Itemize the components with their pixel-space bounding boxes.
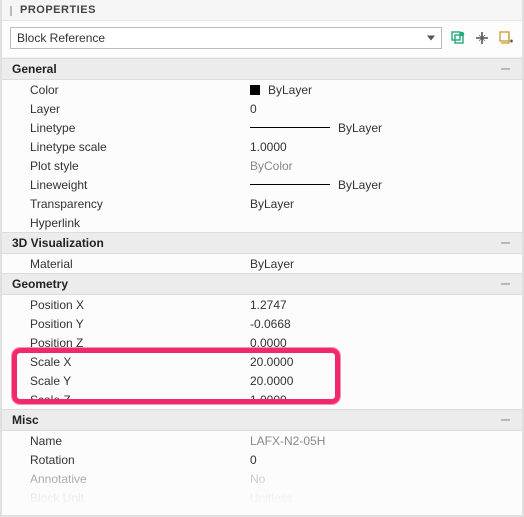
- row-material[interactable]: Material ByLayer: [2, 254, 522, 273]
- linetype-preview-icon: [250, 127, 330, 128]
- section-3dviz-title: 3D Visualization: [12, 236, 104, 250]
- row-lineweight[interactable]: Lineweight ByLayer: [2, 175, 522, 194]
- row-transparency[interactable]: Transparency ByLayer: [2, 194, 522, 213]
- object-type-dropdown[interactable]: Block Reference: [10, 27, 442, 49]
- lineweight-text: ByLayer: [338, 178, 382, 192]
- value-scale-x: 20.0000: [250, 355, 522, 369]
- row-layer[interactable]: Layer 0: [2, 99, 522, 118]
- add-selection-icon[interactable]: [474, 30, 490, 46]
- value-annotative: No: [250, 472, 522, 486]
- row-scale-y[interactable]: Scale Y 20.0000: [2, 371, 522, 390]
- collapse-icon[interactable]: –: [501, 64, 514, 74]
- value-position-x: 1.2747: [250, 298, 522, 312]
- value-layer: 0: [250, 102, 522, 116]
- label-name: Name: [2, 434, 250, 448]
- row-color[interactable]: Color ByLayer: [2, 80, 522, 99]
- label-position-z: Position Z: [2, 336, 250, 350]
- row-hyperlink[interactable]: Hyperlink: [2, 213, 522, 232]
- value-position-z: 0.0000: [250, 336, 522, 350]
- value-plot-style: ByColor: [250, 159, 522, 173]
- section-misc-title: Misc: [12, 413, 39, 427]
- label-hyperlink: Hyperlink: [2, 216, 250, 230]
- row-position-x[interactable]: Position X 1.2747: [2, 295, 522, 314]
- collapse-icon[interactable]: –: [501, 238, 514, 248]
- label-position-x: Position X: [2, 298, 250, 312]
- value-scale-y: 20.0000: [250, 374, 522, 388]
- label-linetype: Linetype: [2, 121, 250, 135]
- label-rotation: Rotation: [2, 453, 250, 467]
- value-block-unit: Unitless: [250, 491, 522, 505]
- label-linetype-scale: Linetype scale: [2, 140, 250, 154]
- value-rotation: 0: [250, 453, 522, 467]
- label-scale-y: Scale Y: [2, 374, 250, 388]
- row-position-y[interactable]: Position Y -0.0668: [2, 314, 522, 333]
- quick-select-icon[interactable]: [450, 30, 466, 46]
- value-position-y: -0.0668: [250, 317, 522, 331]
- panel-title-bar: PROPERTIES: [2, 0, 522, 21]
- row-scale-z[interactable]: Scale Z 1.0000: [2, 390, 522, 409]
- label-annotative: Annotative: [2, 472, 250, 486]
- label-material: Material: [2, 257, 250, 271]
- row-rotation[interactable]: Rotation 0: [2, 450, 522, 469]
- value-scale-z: 1.0000: [250, 393, 522, 407]
- linetype-text: ByLayer: [338, 121, 382, 135]
- collapse-icon[interactable]: –: [501, 279, 514, 289]
- label-scale-z: Scale Z: [2, 393, 250, 407]
- row-name[interactable]: Name LAFX-N2-05H: [2, 431, 522, 450]
- row-position-z[interactable]: Position Z 0.0000: [2, 333, 522, 352]
- row-annotative[interactable]: Annotative No: [2, 469, 522, 488]
- label-position-y: Position Y: [2, 317, 250, 331]
- value-lineweight: ByLayer: [250, 178, 522, 192]
- value-material: ByLayer: [250, 257, 522, 271]
- object-type-row: Block Reference: [2, 21, 522, 58]
- label-plot-style: Plot style: [2, 159, 250, 173]
- section-general-header[interactable]: General –: [2, 58, 522, 80]
- value-name: LAFX-N2-05H: [250, 434, 522, 448]
- toggle-pickadd-icon[interactable]: [498, 30, 514, 46]
- row-scale-x[interactable]: Scale X 20.0000: [2, 352, 522, 371]
- label-scale-x: Scale X: [2, 355, 250, 369]
- label-transparency: Transparency: [2, 197, 250, 211]
- label-layer: Layer: [2, 102, 250, 116]
- section-misc-header[interactable]: Misc –: [2, 409, 522, 431]
- value-linetype-scale: 1.0000: [250, 140, 522, 154]
- color-swatch-icon: [250, 85, 260, 95]
- grip-icon[interactable]: [10, 6, 14, 14]
- label-lineweight: Lineweight: [2, 178, 250, 192]
- section-geometry-title: Geometry: [12, 277, 68, 291]
- section-3dviz-header[interactable]: 3D Visualization –: [2, 232, 522, 254]
- section-geometry-header[interactable]: Geometry –: [2, 273, 522, 295]
- panel-title: PROPERTIES: [20, 4, 96, 16]
- object-type-value: Block Reference: [17, 31, 105, 45]
- section-general-title: General: [12, 62, 57, 76]
- row-linetype-scale[interactable]: Linetype scale 1.0000: [2, 137, 522, 156]
- value-color: ByLayer: [250, 83, 522, 97]
- label-block-unit: Block Unit: [2, 491, 250, 505]
- row-plot-style[interactable]: Plot style ByColor: [2, 156, 522, 175]
- row-linetype[interactable]: Linetype ByLayer: [2, 118, 522, 137]
- label-color: Color: [2, 83, 250, 97]
- lineweight-preview-icon: [250, 184, 330, 185]
- toolbar-icons: [448, 30, 514, 46]
- value-linetype: ByLayer: [250, 121, 522, 135]
- collapse-icon[interactable]: –: [501, 415, 514, 425]
- color-text: ByLayer: [268, 83, 312, 97]
- row-block-unit[interactable]: Block Unit Unitless: [2, 488, 522, 507]
- value-transparency: ByLayer: [250, 197, 522, 211]
